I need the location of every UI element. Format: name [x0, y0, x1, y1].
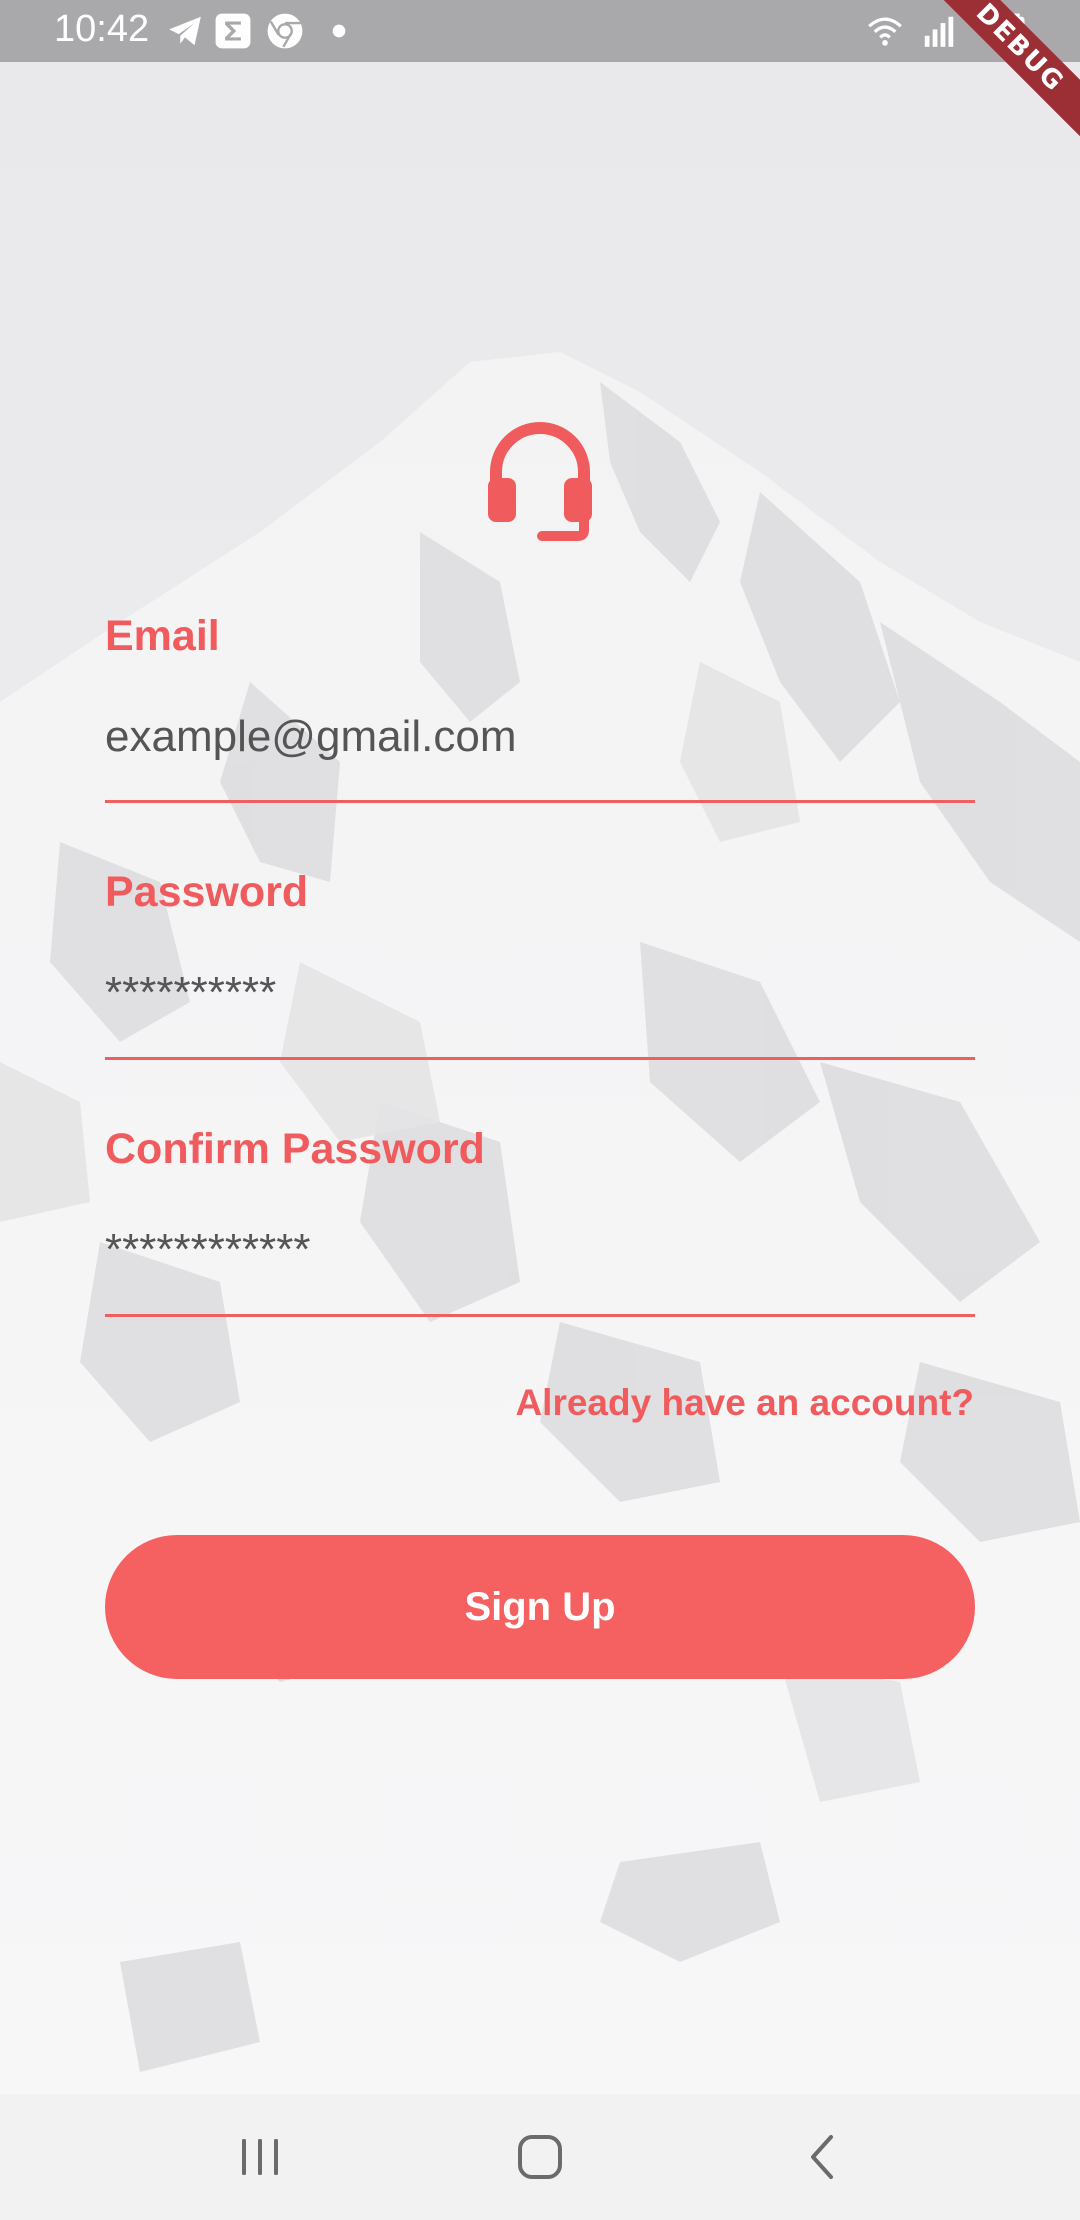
- password-underline: [105, 1057, 975, 1060]
- email-underline: [105, 800, 975, 803]
- wifi-icon: [868, 17, 902, 46]
- home-button[interactable]: [500, 2124, 580, 2190]
- password-label: Password: [105, 868, 309, 916]
- recent-apps-button[interactable]: [220, 2124, 300, 2190]
- sign-up-button[interactable]: Sign Up: [105, 1535, 975, 1679]
- status-bar: 10:42: [0, 0, 1080, 62]
- headset-icon: [488, 422, 592, 541]
- signup-screen: 10:42 DEBUG Email example@gmail.com Pass…: [0, 0, 1080, 2220]
- recent-apps-icon: [242, 2139, 278, 2175]
- telegram-icon: [169, 16, 201, 46]
- confirm-password-field[interactable]: ************: [105, 1225, 310, 1275]
- signup-form: Email example@gmail.com Password *******…: [0, 0, 1080, 2220]
- sigma-icon: [215, 13, 251, 49]
- navigation-bar: [0, 2094, 1080, 2220]
- already-have-account-link[interactable]: Already have an account?: [515, 1382, 974, 1424]
- status-time: 10:42: [54, 8, 150, 50]
- back-button[interactable]: [782, 2124, 862, 2190]
- dot-icon: [332, 24, 346, 38]
- home-icon: [518, 2135, 562, 2179]
- back-icon: [811, 2135, 833, 2179]
- confirm-password-label: Confirm Password: [105, 1125, 485, 1173]
- password-field[interactable]: **********: [105, 968, 276, 1018]
- confirm-password-underline: [105, 1314, 975, 1317]
- email-label: Email: [105, 612, 220, 660]
- email-field[interactable]: example@gmail.com: [105, 712, 516, 762]
- signal-icon: [924, 16, 954, 47]
- sign-up-button-label: Sign Up: [464, 1584, 616, 1629]
- chrome-icon: [267, 13, 303, 49]
